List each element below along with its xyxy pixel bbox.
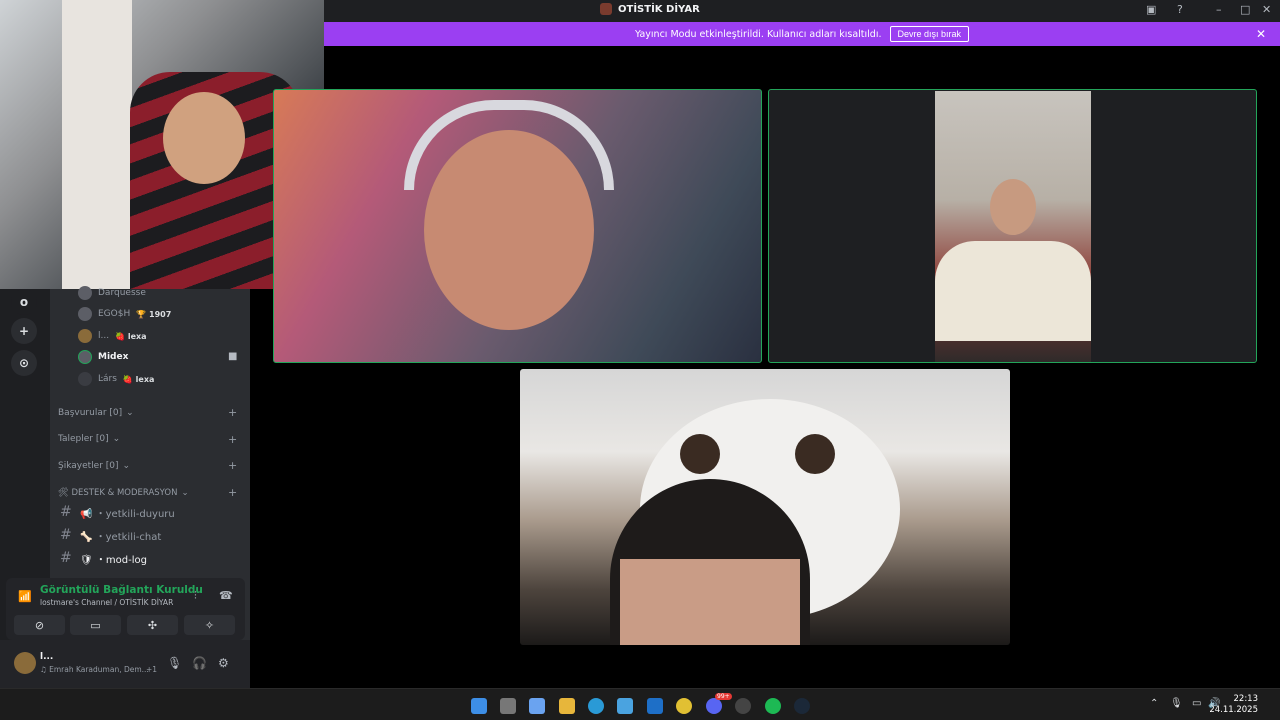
display-tray-icon[interactable]: ▭ [1192,698,1201,709]
avatar [78,329,92,343]
disable-streamer-mode-button[interactable]: Devre dışı bırak [889,26,970,42]
screen-share-button[interactable]: ▭ [70,615,121,635]
add-channel-icon[interactable]: + [228,486,237,499]
help-icon[interactable]: ? [1177,3,1183,16]
chevron-down-icon: ⌄ [181,488,189,498]
category-destek[interactable]: 🛠 DESTEK & MODERASYON ⌄ [58,488,189,498]
soundboard-button[interactable]: ✧ [184,615,235,635]
person-face [620,559,800,645]
headphones [404,100,614,190]
widgets-icon[interactable] [529,698,545,714]
bookshelf [62,0,132,289]
voice-member[interactable]: l... 🍓 lexa [78,327,147,345]
disconnect-icon[interactable]: ☎ [219,589,233,602]
voice-status[interactable]: Görüntülü Bağlantı Kuruldu [40,584,203,596]
camera-icon: ■ [228,351,238,362]
obs-icon[interactable] [735,698,751,714]
chevron-down-icon: ⌄ [122,461,131,471]
file-explorer-icon[interactable] [559,698,575,714]
chevron-up-icon[interactable]: ⌃ [1150,698,1158,709]
username[interactable]: l... [40,652,53,662]
activities-button[interactable]: ✣ [127,615,178,635]
voice-member[interactable]: Ŀárs 🍓 lexa [78,370,154,388]
mail-icon[interactable] [647,698,663,714]
cat-eye-left [680,434,720,474]
chevron-down-icon: ⌄ [112,434,121,444]
screen-share-icon[interactable]: ▣ [1146,3,1156,16]
server-logo-icon [600,3,612,15]
video-tile-participant-2[interactable] [768,89,1257,363]
category-talepler[interactable]: Talepler [0] ⌄ [58,434,120,444]
chevron-down-icon: ⌄ [126,408,134,418]
white-sweater [935,241,1091,341]
add-channel-icon[interactable]: + [228,406,237,419]
channel-yetkili-chat[interactable]: # 🦴 ・yetkili-chat [60,525,161,545]
avatar [78,372,92,386]
user-activity: ♫ Emrah Karaduman, Dem... [40,665,149,674]
maximize-button[interactable]: □ [1240,3,1250,16]
task-view-icon[interactable] [500,698,516,714]
video-tile-participant-1[interactable] [273,89,762,363]
video-tile-participant-3[interactable] [520,369,1010,645]
clock-date: 24.11.2025 [1209,705,1258,715]
notification-badge: 99+ [715,693,732,700]
headphones-icon[interactable]: 🎧 [192,656,207,670]
signal-icon[interactable]: 📶 [18,590,32,603]
minimize-button[interactable]: – [1216,3,1222,16]
noise-suppression-icon[interactable]: ⫶ [194,589,197,603]
close-window-button[interactable]: ✕ [1262,3,1271,16]
server-icon[interactable]: o [11,289,37,315]
voice-member[interactable]: Darquesse [78,284,146,302]
avatar [78,307,92,321]
voice-member[interactable]: EGO$H 🏆 1907 [78,305,171,323]
category-basvurular[interactable]: Başvurular [0] ⌄ [58,408,134,418]
hash-icon: # [60,527,72,543]
discord-window: OTİSTİK DİYAR ▣ ? – □ ✕ Yayıncı Modu etk… [0,0,1280,720]
add-channel-icon[interactable]: + [228,459,237,472]
edge-icon[interactable] [588,698,604,714]
settings-gear-icon[interactable]: ⚙ [218,656,229,670]
screen-share-icon: ▭ [90,618,101,632]
person-face [990,179,1036,235]
voice-member[interactable]: Midex [78,348,128,366]
category-sikayetler[interactable]: Şikayetler [0] ⌄ [58,461,130,471]
channel-mod-log[interactable]: # 🛡 ・mod-log [60,548,147,568]
add-channel-icon[interactable]: + [228,433,237,446]
channel-yetkili-duyuru[interactable]: # 📢 ・yetkili-duyuru [60,502,175,522]
system-clock[interactable]: 22:13 24.11.2025 [1209,694,1258,716]
discord-icon[interactable] [706,698,722,714]
user-panel: l... ♫ Emrah Karaduman, Dem... +1 🎙 🎧 ⚙ [0,640,250,688]
avatar[interactable] [14,652,36,674]
hash-icon: # [60,550,72,566]
chrome-icon[interactable] [676,698,692,714]
microphone-tray-icon[interactable]: 🎙 [1170,698,1183,709]
voice-connection-panel: 📶 Görüntülü Bağlantı Kuruldu lostmare's … [6,578,245,640]
spotify-icon[interactable] [765,698,781,714]
voice-channel-name[interactable]: lostmare's Channel / OTİSTİK DİYAR [40,598,173,607]
store-icon[interactable] [617,698,633,714]
clock-time: 22:13 [1233,694,1259,704]
activity-extra-count: +1 [146,665,158,674]
person-face [163,92,245,184]
discover-icon[interactable]: ⊙ [11,350,37,376]
streamer-mode-banner: Yayıncı Modu etkinleştirildi. Kullanıcı … [324,22,1280,46]
hash-icon: # [60,504,72,520]
windows-taskbar: 99+ ⌃ 🎙 ▭ 🔊 22:13 24.11.2025 [0,688,1280,720]
activities-icon: ✣ [147,618,158,632]
add-server-icon[interactable]: + [11,318,37,344]
steam-icon[interactable] [794,698,810,714]
avatar [78,286,92,300]
microphone-icon[interactable]: 🎙 [167,656,182,670]
window-title: OTİSTİK DİYAR [600,3,700,15]
cat-eye-right [795,434,835,474]
banner-close-icon[interactable]: ✕ [1256,27,1266,41]
soundboard-icon: ✧ [204,618,215,632]
start-icon[interactable] [471,698,487,714]
banner-message: Yayıncı Modu etkinleştirildi. Kullanıcı … [634,28,882,40]
avatar [78,350,92,364]
camera-off-icon: ⊘ [34,618,45,632]
camera-toggle-button[interactable]: ⊘ [14,615,65,635]
participant-video [935,91,1091,362]
